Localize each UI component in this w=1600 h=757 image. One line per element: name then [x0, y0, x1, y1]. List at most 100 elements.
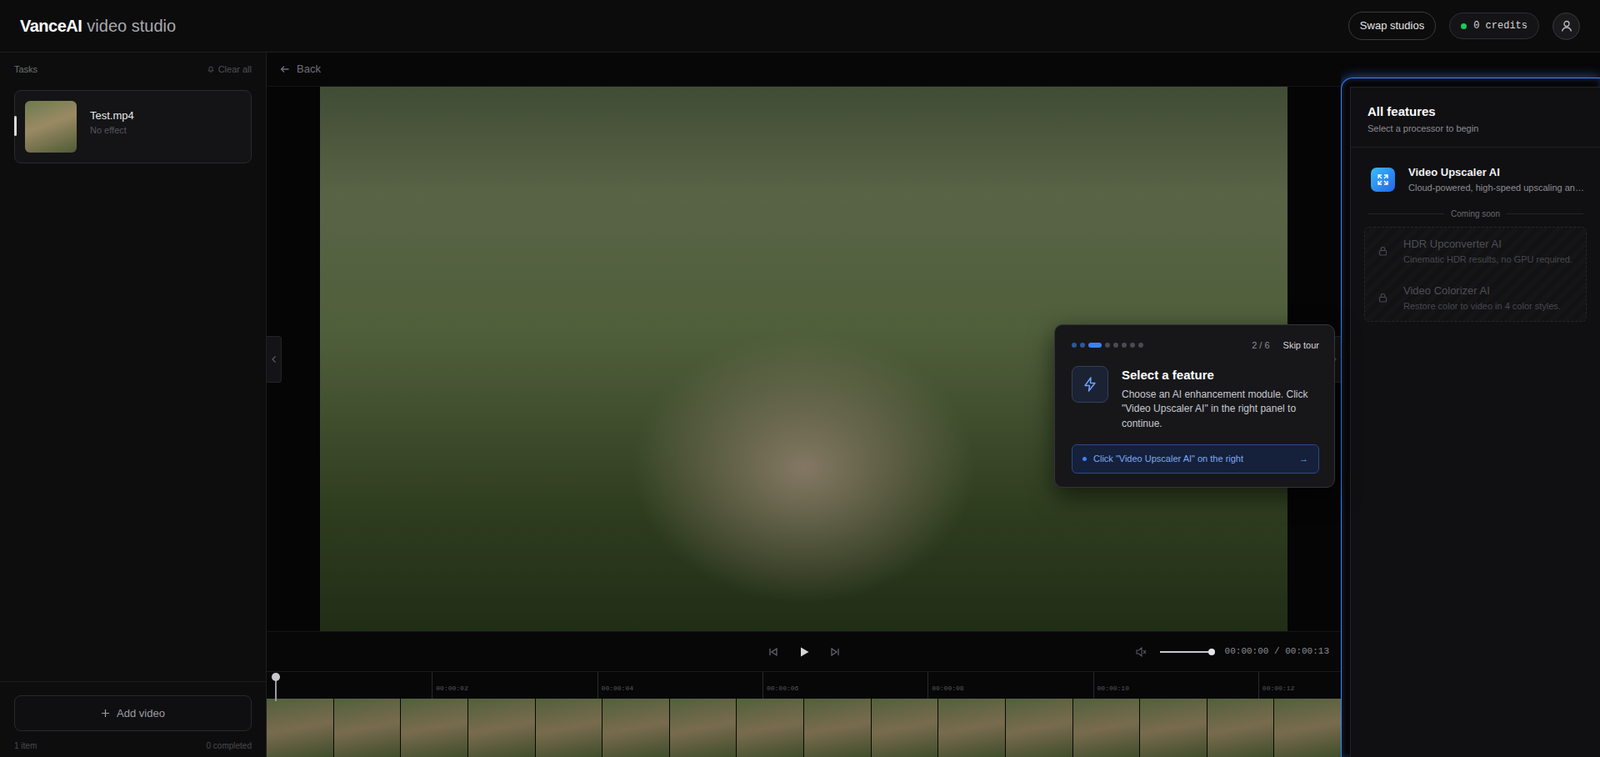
tour-body: Choose an AI enhancement module. Click "…: [1121, 387, 1320, 431]
step-dot: [1071, 342, 1077, 348]
skip-back-icon[interactable]: [768, 646, 779, 657]
feature-name: HDR Upconverter AI: [1403, 235, 1573, 253]
credits-text: 0 credits: [1473, 18, 1528, 34]
player-controls: 00:00:00 / 00:00:13: [266, 630, 1341, 671]
film-frame: [1207, 698, 1275, 757]
logo-brand: VanceAI: [20, 13, 82, 39]
tick-label: 00:00:04: [601, 683, 634, 694]
volume-fill: [1160, 650, 1212, 653]
add-video-button[interactable]: Add video: [14, 695, 252, 732]
back-text: Back: [296, 60, 321, 78]
task-card[interactable]: Test.mp4No effect: [14, 90, 252, 164]
tick-label: 00:00:12: [1262, 683, 1295, 694]
tick-label: 00:00:02: [435, 683, 468, 694]
tick-label: 00:00:10: [1097, 683, 1130, 694]
logo[interactable]: VanceAI video studio: [20, 13, 176, 39]
completed-count: 0 completed: [206, 739, 252, 752]
step-dot: [1121, 342, 1127, 348]
step-dot: [1088, 342, 1102, 348]
film-frame: [1274, 698, 1341, 757]
film-frame: [334, 698, 401, 757]
film-frame: [670, 698, 737, 757]
arrow-right-icon: →: [1299, 451, 1309, 466]
timeline-tick: 00:00:06: [762, 671, 764, 699]
bell-icon: [206, 65, 215, 74]
timeline-tick: 00:00:02: [431, 671, 433, 699]
film-frame: [804, 698, 871, 757]
user-button[interactable]: [1552, 12, 1580, 40]
locked-feature: HDR Upconverter AICinematic HDR results,…: [1365, 227, 1586, 275]
features-panel: All features Select a processor to begin…: [1340, 77, 1600, 757]
playhead[interactable]: [275, 674, 277, 701]
feature-icon: [1370, 167, 1395, 192]
tick-label: 00:00:08: [931, 683, 964, 694]
film-frame: [1005, 698, 1073, 757]
chevron-left-icon: [270, 355, 278, 364]
tick-label: 00:00:06: [766, 683, 799, 694]
collapse-left-handle[interactable]: [266, 335, 282, 383]
features-title: All features: [1367, 102, 1584, 122]
feature-description: Cloud-powered, high-speed upscaling an…: [1408, 180, 1585, 195]
task-count: 1 item: [14, 739, 37, 752]
film-frame: [1140, 698, 1207, 757]
step-dot: [1105, 342, 1110, 348]
timeline-tick: 00:00:12: [1258, 671, 1260, 699]
skip-tour-button[interactable]: Skip tour: [1283, 338, 1320, 353]
step-dot: [1080, 342, 1085, 348]
film-frame: [871, 698, 939, 757]
plus-icon: [100, 708, 110, 718]
back-button[interactable]: Back: [266, 52, 1341, 87]
film-frame: [736, 698, 804, 757]
clear-all-text: Clear all: [218, 62, 252, 77]
feature-name: Video Colorizer AI: [1403, 282, 1561, 300]
filmstrip[interactable]: [266, 698, 1341, 757]
tour-steps: [1071, 342, 1144, 348]
add-video-text: Add video: [116, 705, 165, 722]
tour-cta[interactable]: Click "Video Upscaler AI" on the right →: [1071, 444, 1320, 474]
task-name: Test.mp4: [90, 107, 135, 125]
feature-description: Restore color to video in 4 color styles…: [1403, 299, 1561, 314]
volume-icon[interactable]: [1135, 646, 1147, 657]
task-effect: No effect: [90, 123, 135, 138]
play-icon[interactable]: [798, 645, 810, 658]
selected-indicator: [14, 115, 17, 136]
tasks-title: Tasks: [14, 62, 38, 77]
coming-soon-label: Coming soon: [1450, 207, 1500, 220]
arrow-left-icon: [280, 64, 290, 75]
film-frame: [602, 698, 670, 757]
clear-all-button[interactable]: Clear all: [206, 62, 252, 77]
feature-item[interactable]: Video Upscaler AICloud-powered, high-spe…: [1350, 154, 1600, 205]
video-thumbnail: [25, 100, 77, 153]
swap-studios-button[interactable]: Swap studios: [1348, 11, 1436, 40]
credits-badge[interactable]: 0 credits: [1449, 12, 1540, 40]
feature-description: Cinematic HDR results, no GPU required.: [1403, 252, 1573, 267]
step-dot: [1130, 342, 1135, 348]
cta-dot-icon: [1082, 456, 1087, 461]
tour-popover: 2 / 6 Skip tour Select a feature Choose …: [1054, 324, 1335, 488]
lightning-icon: [1071, 365, 1109, 403]
expand-icon: [1376, 173, 1390, 186]
lock-icon: [1378, 245, 1388, 256]
volume-slider[interactable]: [1160, 650, 1212, 653]
user-icon: [1560, 19, 1574, 33]
status-dot-icon: [1460, 23, 1467, 30]
locked-feature: Video Colorizer AIRestore color to video…: [1365, 274, 1586, 321]
time-readout: 00:00:00 / 00:00:13: [1225, 644, 1330, 659]
tour-title: Select a feature: [1121, 365, 1320, 385]
film-frame: [468, 698, 535, 757]
top-bar: VanceAI video studio Swap studios 0 cred…: [0, 0, 1600, 53]
timeline-ruler[interactable]: 00:00:02 00:00:04 00:00:06 00:00:08 00:00:10…: [266, 670, 1341, 699]
timeline-tick: 00:00:10: [1093, 671, 1095, 699]
feature-name: Video Upscaler AI: [1408, 164, 1585, 181]
film-frame: [1073, 698, 1140, 757]
film-frame: [535, 698, 603, 757]
tour-cta-text: Click "Video Upscaler AI" on the right: [1093, 451, 1293, 466]
tour-progress: 2 / 6: [1251, 338, 1270, 353]
logo-product: video studio: [86, 13, 176, 39]
film-frame: [266, 698, 334, 757]
features-subtitle: Select a processor to begin: [1367, 121, 1584, 136]
film-frame: [938, 698, 1005, 757]
timeline-tick: 00:00:08: [927, 671, 929, 699]
film-frame: [400, 698, 468, 757]
skip-forward-icon[interactable]: [830, 646, 840, 657]
